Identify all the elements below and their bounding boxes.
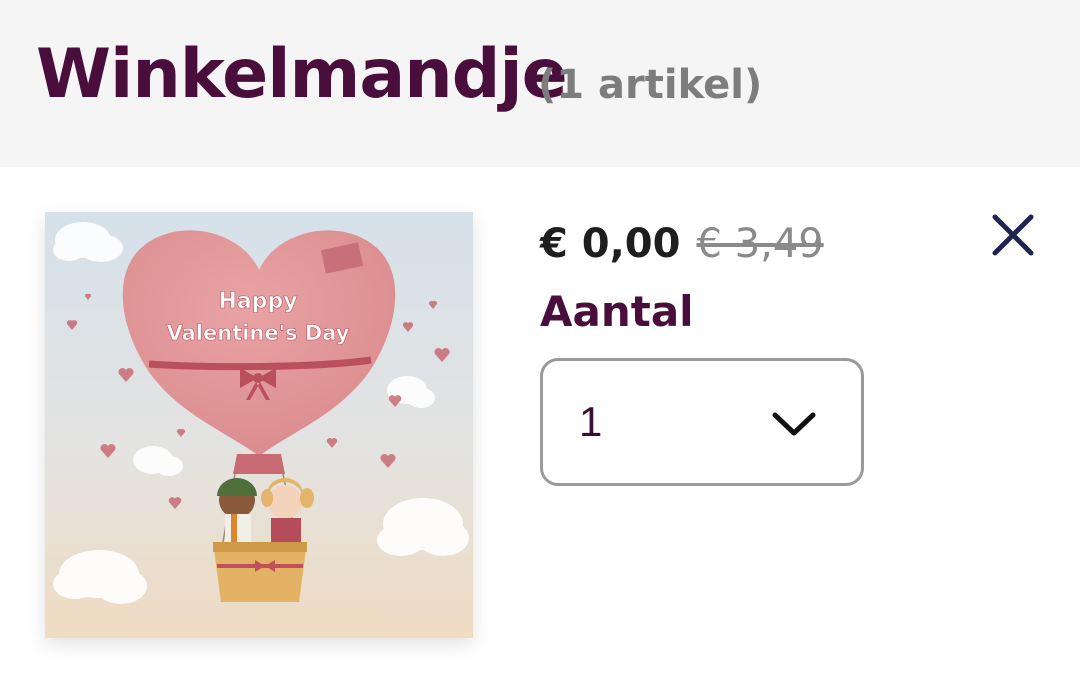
price-row: € 0,00 € 3,49 [540,216,824,272]
page-title: Winkelmandje [36,35,568,114]
cart-header: Winkelmandje (1 artikel) [0,0,1080,167]
quantity-label: Aantal [540,287,694,336]
quantity-value: 1 [579,398,603,445]
item-count: (1 artikel) [538,62,763,108]
card-text-line1: Happy [218,289,297,314]
card-text-line2: Valentine's Day [167,321,350,345]
close-icon [992,214,1034,256]
quantity-select[interactable]: 1 [540,358,864,486]
valentine-card-illustration: Happy Valentine's Day [45,212,473,638]
remove-item-button[interactable] [986,208,1040,262]
chevron-down-icon [772,412,816,436]
original-price: € 3,49 [696,221,824,267]
current-price: € 0,00 [540,221,681,267]
product-image[interactable]: Happy Valentine's Day [45,212,473,638]
